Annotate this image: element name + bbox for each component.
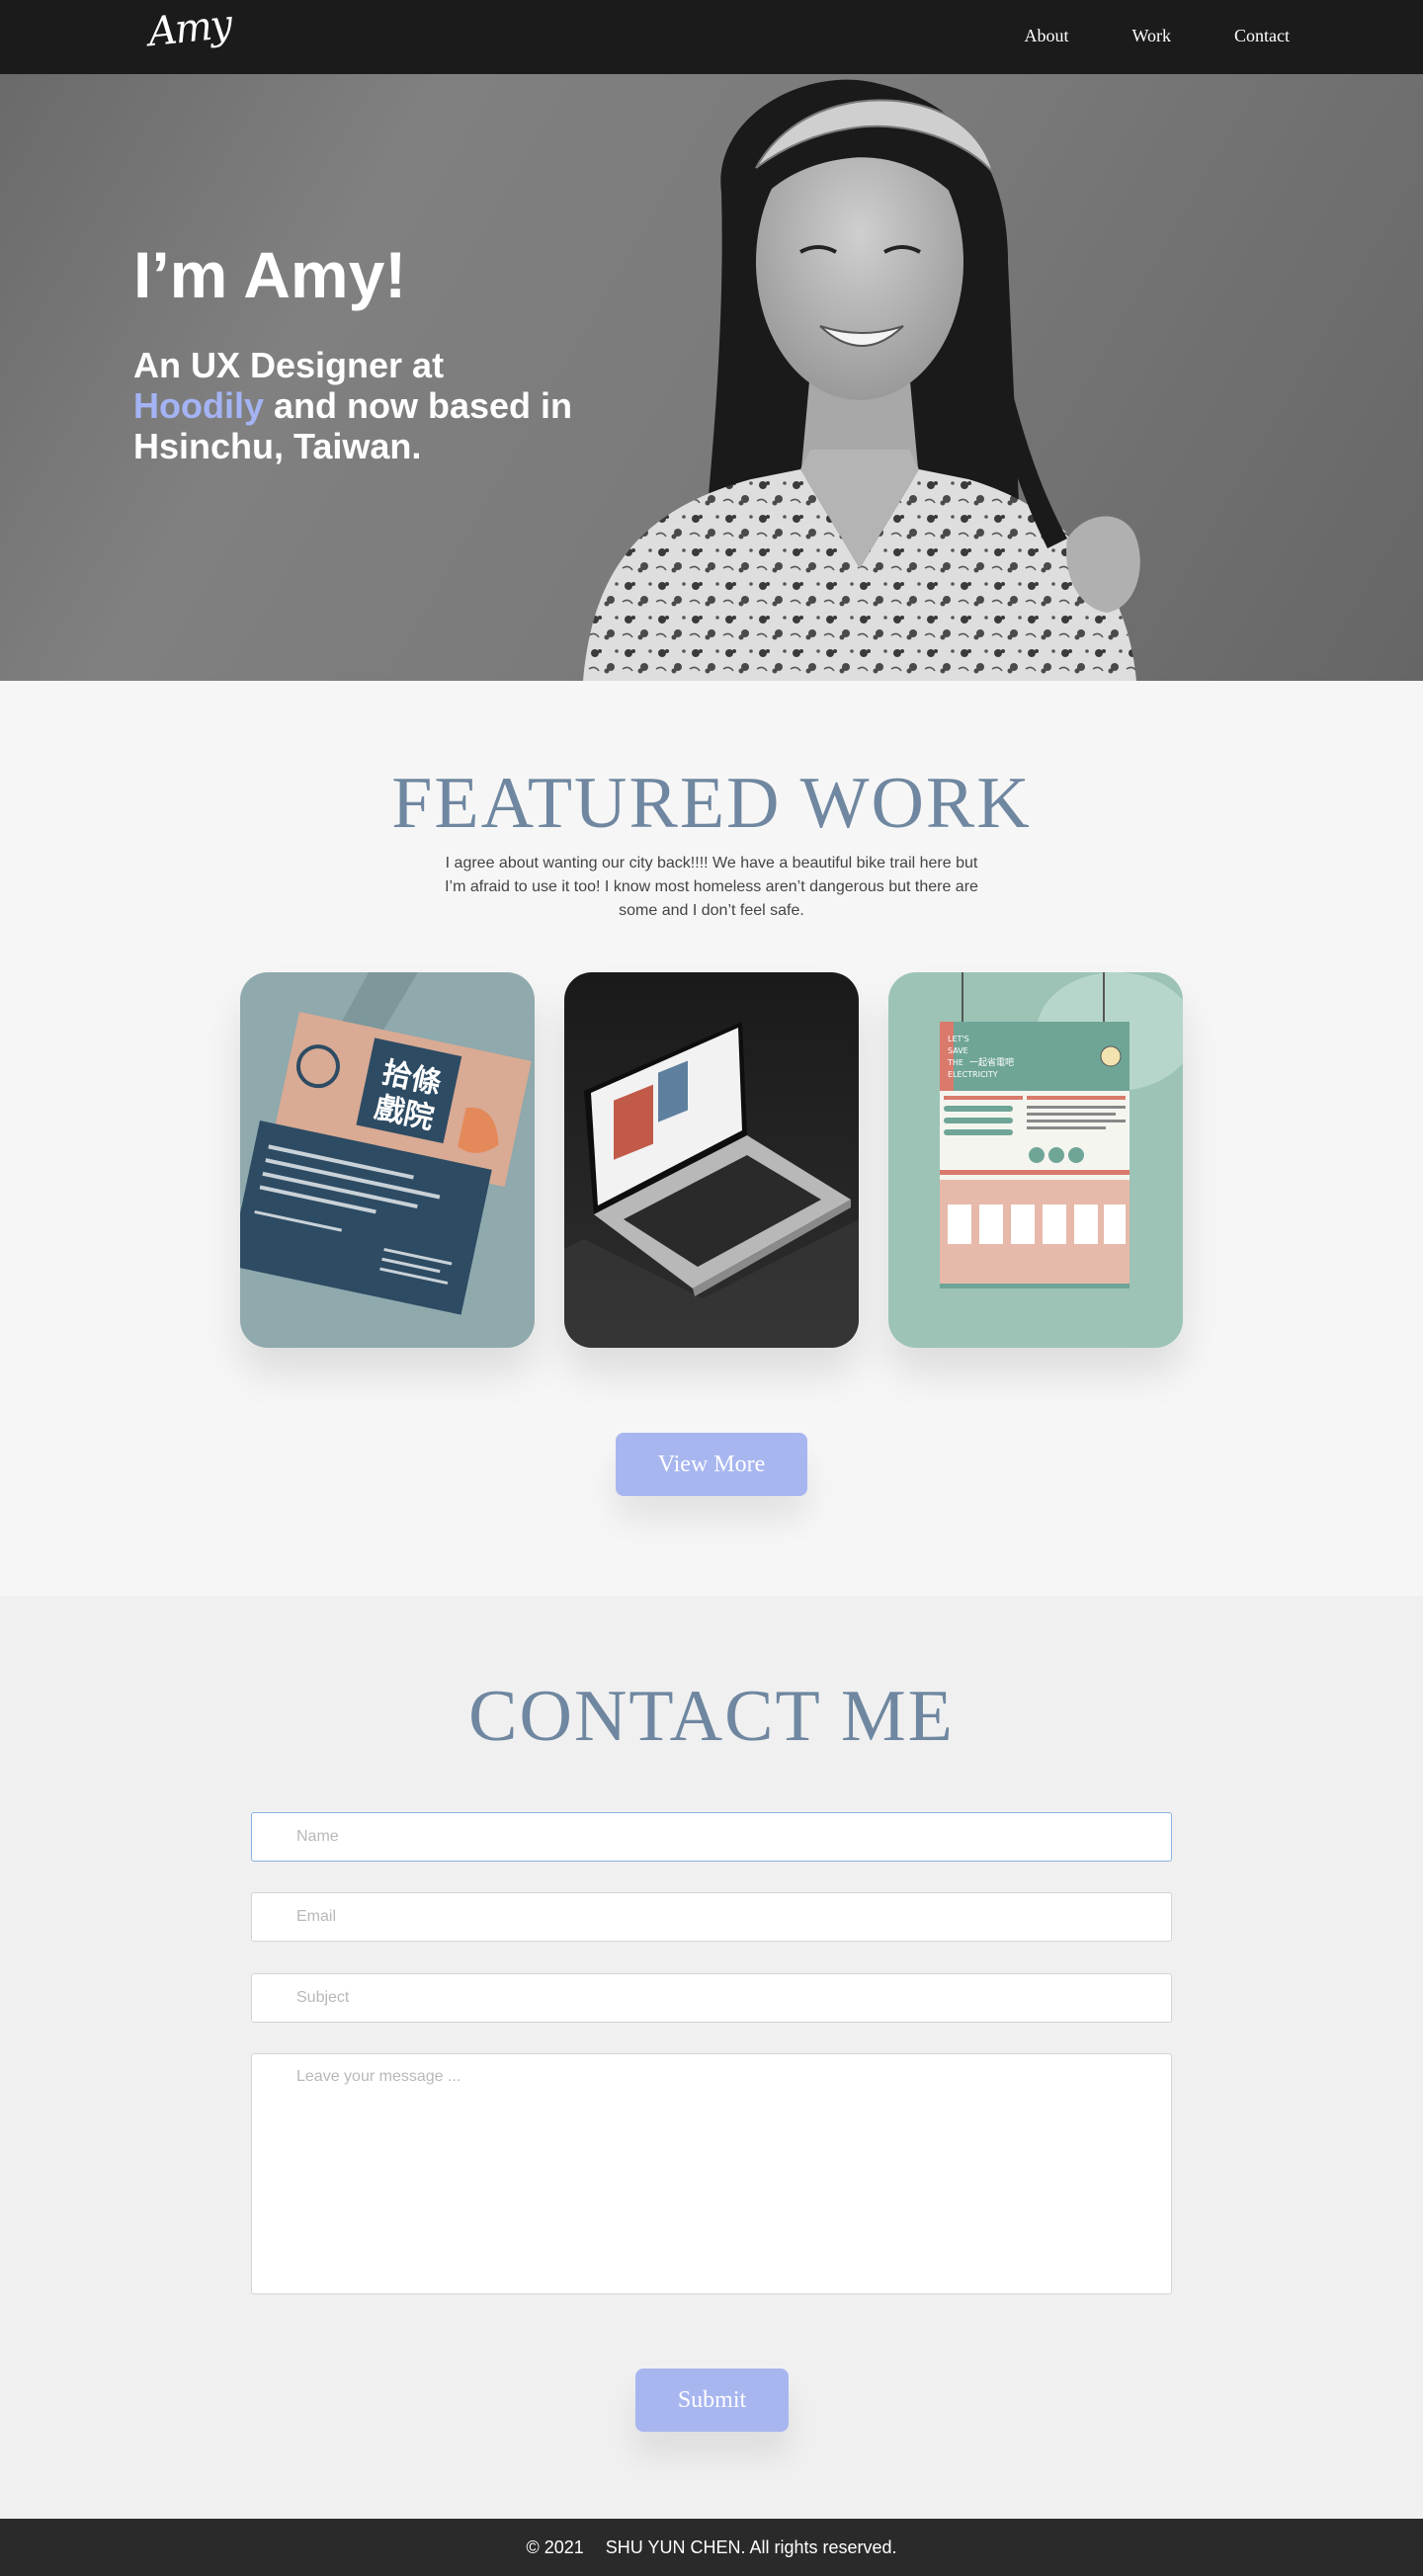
hero-text: I’m Amy! An UX Designer at Hoodily and n… (133, 242, 578, 466)
site-logo[interactable]: Amy (146, 2, 233, 55)
contact-title: CONTACT ME (468, 1676, 955, 1757)
poster-text-electricity: ELECTRICITY (948, 1070, 998, 1079)
name-input[interactable] (251, 1812, 1172, 1862)
hero-title: I’m Amy! (133, 238, 407, 311)
nav-link-about[interactable]: About (1024, 26, 1068, 46)
submit-button[interactable]: Submit (635, 2368, 789, 2432)
project-card-business-cards[interactable]: 拾條 戲院 (240, 972, 535, 1348)
footer-copyright-year: © 2021 (526, 2537, 584, 2557)
poster-text-chinese: 一起省電吧 (969, 1056, 1014, 1068)
poster-text-the: THE (947, 1058, 963, 1067)
poster-text-save: SAVE (948, 1046, 968, 1055)
project-card-poster[interactable]: LET'S SAVE THE ELECTRICITY 一起省電吧 (888, 972, 1183, 1348)
view-more-button[interactable]: View More (616, 1433, 807, 1496)
contact-section: CONTACT ME Submit (0, 1596, 1423, 2519)
nav-link-work[interactable]: Work (1131, 26, 1171, 46)
company-name: Hoodily (133, 385, 264, 426)
message-textarea[interactable] (251, 2053, 1172, 2294)
featured-work-section: FEATURED WORK I agree about wanting our … (0, 681, 1423, 1596)
email-input[interactable] (251, 1892, 1172, 1942)
featured-work-description: I agree about wanting our city back!!!! … (445, 855, 978, 919)
hero-subtitle: An UX Designer at Hoodily and now based … (133, 345, 578, 466)
project-cards: 拾條 戲院 LET'S SAVE THE ELECTRICITY 一起省電吧 (240, 972, 1184, 1353)
footer-owner: SHU YUN CHEN. All rights reserved. (605, 2537, 897, 2557)
subject-input[interactable] (251, 1973, 1172, 2023)
nav-link-contact[interactable]: Contact (1234, 26, 1290, 46)
portrait-photo (583, 79, 1140, 681)
featured-work-title: FEATURED WORK (391, 763, 1032, 844)
business-cards-image: 拾條 戲院 (240, 972, 535, 1348)
laptop-mockup-image (564, 972, 859, 1348)
hero-subtitle-prefix: An UX Designer at (133, 345, 445, 385)
project-card-laptop[interactable] (564, 972, 859, 1348)
nav-links: About Work Contact (961, 26, 1290, 46)
footer: © 2021 SHU YUN CHEN. All rights reserved. (0, 2519, 1423, 2576)
poster-text-lets: LET'S (948, 1035, 969, 1043)
hero-section: I’m Amy! An UX Designer at Hoodily and n… (0, 74, 1423, 681)
top-navbar: Amy About Work Contact (0, 0, 1423, 74)
poster-mockup-image: LET'S SAVE THE ELECTRICITY 一起省電吧 (888, 972, 1183, 1348)
